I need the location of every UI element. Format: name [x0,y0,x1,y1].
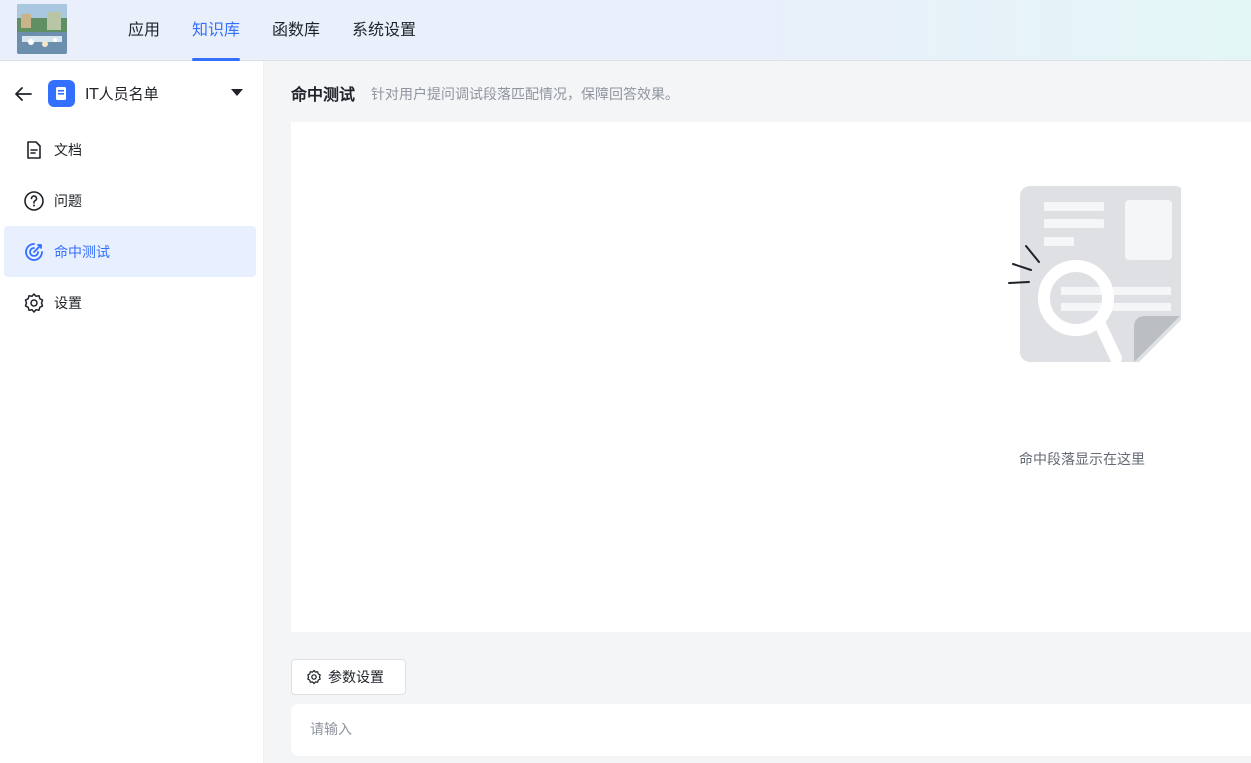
sidebar-item-documents[interactable]: 文档 [4,124,256,175]
caret-down-icon[interactable] [231,89,243,96]
target-icon [23,241,45,263]
empty-search-illustration [1001,184,1185,364]
sidebar-item-hit-test[interactable]: 命中测试 [4,226,256,277]
nav-app[interactable]: 应用 [128,0,160,61]
top-header: 应用 知识库 函数库 系统设置 [0,0,1251,61]
empty-state-text: 命中段落显示在这里 [1019,452,1145,468]
parameter-settings-label: 参数设置 [328,670,384,686]
kb-name: IT人员名单 [85,85,159,103]
sidebar-menu: 文档 问题 命中测试 设置 [4,124,256,328]
query-input[interactable] [291,704,1251,756]
nav-system-settings[interactable]: 系统设置 [352,0,416,61]
kb-selector[interactable]: IT人员名单 [0,73,264,113]
sidebar-item-label: 命中测试 [54,244,110,261]
back-arrow-icon[interactable] [12,83,34,105]
nav-knowledge-base[interactable]: 知识库 [192,0,241,61]
page-description: 针对用户提问调试段落匹配情况，保障回答效果。 [371,87,679,103]
gear-icon [23,292,45,314]
page-title: 命中测试 [291,85,356,104]
sidebar-item-settings[interactable]: 设置 [4,277,256,328]
nav-function-library[interactable]: 函数库 [272,0,320,61]
parameter-settings-button[interactable]: 参数设置 [291,659,406,695]
result-panel: 命中段落显示在这里 [291,122,1251,632]
sidebar: IT人员名单 文档 问题 命中测试 设置 [0,61,264,763]
main-nav: 应用 知识库 函数库 系统设置 [128,0,448,61]
document-icon [23,139,45,161]
sidebar-item-questions[interactable]: 问题 [4,175,256,226]
sidebar-item-label: 文档 [54,142,82,159]
sidebar-item-label: 设置 [54,295,82,312]
question-icon [23,190,45,212]
knowledge-base-icon [48,80,75,107]
sidebar-item-label: 问题 [54,193,82,210]
main-content: 命中测试 针对用户提问调试段落匹配情况，保障回答效果。 命中段落显示在这里 参数… [265,61,1251,763]
app-logo[interactable] [17,4,67,54]
gear-icon [306,669,322,685]
